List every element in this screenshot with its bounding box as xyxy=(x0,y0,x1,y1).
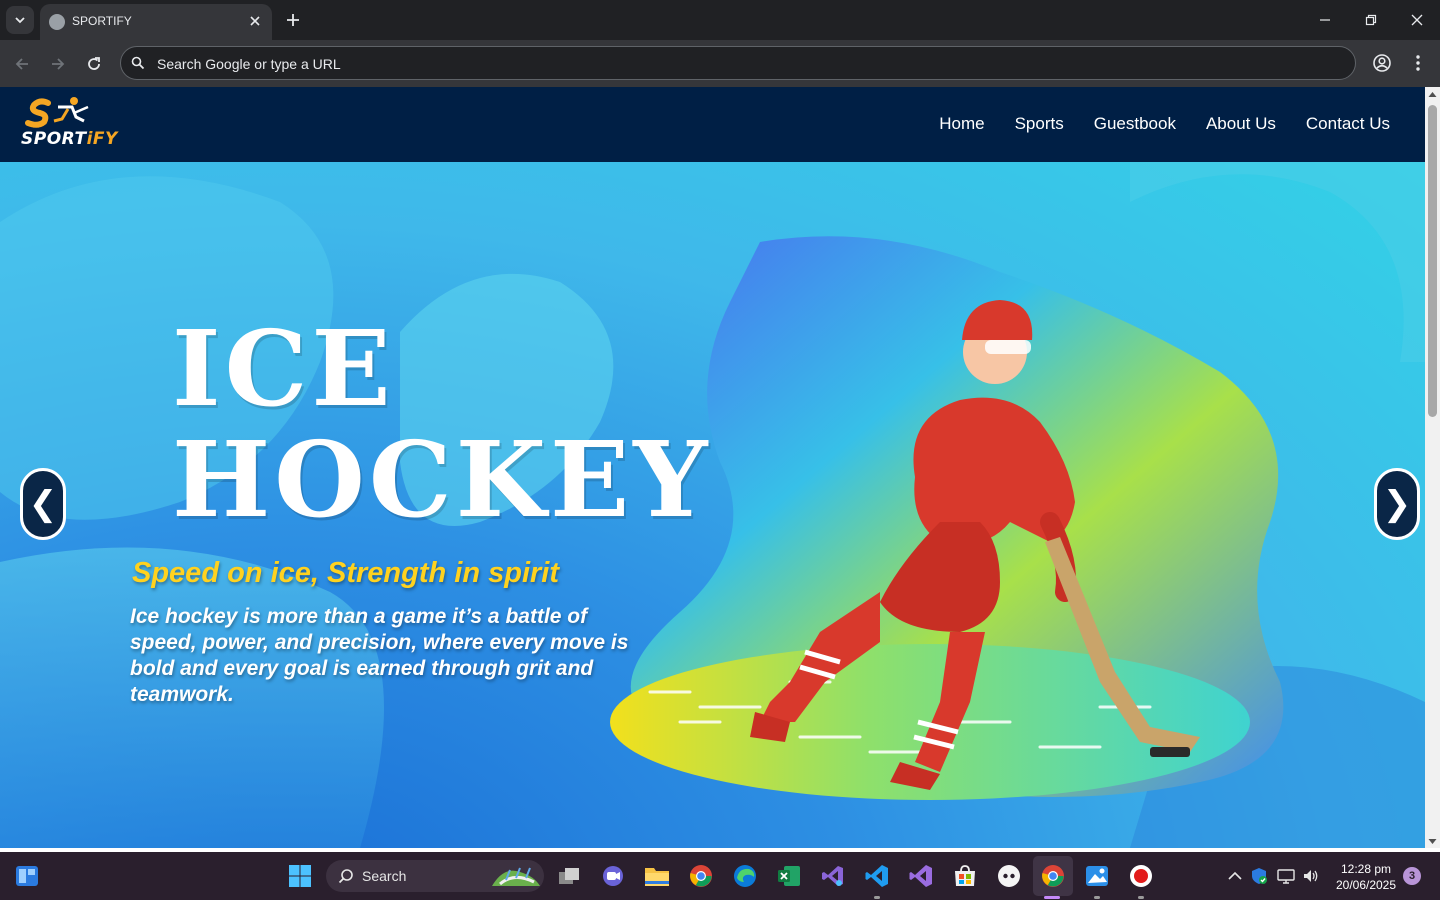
carousel-next-button[interactable]: ❯ xyxy=(1374,468,1420,540)
edge-icon[interactable] xyxy=(731,862,759,890)
hero-tagline: Speed on ice, Strength in spirit xyxy=(132,557,559,589)
scroll-down-arrow-icon[interactable] xyxy=(1428,837,1437,846)
hero-title-line-2: HOCKEY xyxy=(172,418,712,541)
visual-studio-preview-icon[interactable] xyxy=(819,862,847,890)
reload-icon xyxy=(88,57,100,70)
tab-search-button[interactable] xyxy=(6,6,34,34)
nav-link-sports[interactable]: Sports xyxy=(1015,114,1064,134)
close-icon xyxy=(1411,14,1423,26)
chrome-icon[interactable] xyxy=(687,862,715,890)
close-icon xyxy=(250,16,260,26)
tray-overflow-chevron-icon[interactable] xyxy=(1226,867,1244,885)
arrow-right-icon xyxy=(52,58,65,70)
browser-tab-active[interactable]: SPORTIFY xyxy=(40,4,272,40)
nav-links: Home Sports Guestbook About Us Contact U… xyxy=(939,114,1390,134)
search-icon xyxy=(338,869,353,884)
hero-title-line-1: ICE xyxy=(172,307,395,430)
page-viewport: SPORTiFY Home Sports Guestbook About Us … xyxy=(0,87,1425,848)
search-icon xyxy=(131,56,145,70)
photos-running-indicator xyxy=(1094,896,1100,899)
volume-icon[interactable] xyxy=(1302,867,1320,885)
page-scrollbar[interactable] xyxy=(1425,87,1440,848)
widgets-icon[interactable] xyxy=(14,863,40,889)
vscode-running-indicator xyxy=(874,896,880,899)
security-shield-icon[interactable] xyxy=(1250,867,1268,885)
more-vertical-icon xyxy=(1416,55,1420,71)
address-bar[interactable]: Search Google or type a URL xyxy=(120,46,1356,80)
scrollbar-thumb[interactable] xyxy=(1428,105,1437,417)
photos-icon[interactable] xyxy=(1083,862,1111,890)
account-icon xyxy=(1373,54,1391,72)
taskbar-search-box[interactable]: Search xyxy=(326,860,544,892)
screen-recorder-icon[interactable] xyxy=(1127,862,1155,890)
notification-badge[interactable]: 3 xyxy=(1403,867,1421,885)
site-navbar: SPORTiFY Home Sports Guestbook About Us … xyxy=(0,87,1425,162)
carousel-prev-button[interactable]: ❮ xyxy=(20,468,66,540)
visual-studio-icon[interactable] xyxy=(907,862,935,890)
arrow-left-icon xyxy=(15,58,28,70)
nav-link-home[interactable]: Home xyxy=(939,114,984,134)
excel-icon[interactable] xyxy=(775,862,803,890)
chevron-left-icon: ❮ xyxy=(28,484,58,524)
address-bar-placeholder: Search Google or type a URL xyxy=(157,56,341,72)
minimize-icon xyxy=(1320,19,1330,21)
chevron-right-icon: ❯ xyxy=(1382,484,1412,524)
forward-button[interactable] xyxy=(44,50,72,78)
recorder-running-indicator xyxy=(1138,896,1144,899)
scroll-up-arrow-icon[interactable] xyxy=(1428,90,1437,99)
search-highlight-image-icon xyxy=(492,867,540,886)
clock-time: 12:28 pm xyxy=(1340,862,1392,876)
windows-start-icon[interactable] xyxy=(288,864,312,888)
restore-button[interactable] xyxy=(1348,0,1394,40)
nav-link-about-us[interactable]: About Us xyxy=(1206,114,1276,134)
clock-date: 20/06/2025 xyxy=(1335,878,1397,892)
profile-button[interactable] xyxy=(1370,51,1394,75)
restore-icon xyxy=(1365,14,1377,26)
browser-tabstrip: SPORTIFY xyxy=(0,0,1440,40)
tab-close-button[interactable] xyxy=(246,12,264,30)
logo-wordmark-accent: iFY xyxy=(86,129,118,149)
hero-description: Ice hockey is more than a game it’s a ba… xyxy=(130,605,629,706)
sportify-logo[interactable]: SPORTiFY xyxy=(18,95,117,153)
nav-link-guestbook[interactable]: Guestbook xyxy=(1094,114,1176,134)
minimize-button[interactable] xyxy=(1302,0,1348,40)
network-icon[interactable] xyxy=(1277,867,1295,885)
globe-icon xyxy=(49,14,65,30)
windows-taskbar: Search 12:28 pm 20/06/2025 3 xyxy=(0,852,1440,900)
vscode-icon[interactable] xyxy=(863,862,891,890)
hero-carousel-slide: ICE HOCKEY Speed on ice, Strength in spi… xyxy=(0,162,1425,848)
back-button[interactable] xyxy=(8,50,36,78)
teams-chat-icon[interactable] xyxy=(599,862,627,890)
logo-wordmark: SPORTiFY xyxy=(21,129,118,149)
file-explorer-icon[interactable] xyxy=(643,862,671,890)
microsoft-store-icon[interactable] xyxy=(951,862,979,890)
browser-toolbar: Search Google or type a URL xyxy=(0,40,1440,87)
plus-icon xyxy=(287,14,299,26)
browser-menu-button[interactable] xyxy=(1406,51,1430,75)
task-view-icon[interactable] xyxy=(555,862,583,890)
chevron-down-icon xyxy=(15,17,25,24)
new-tab-button[interactable] xyxy=(282,9,304,31)
logo-wordmark-main: SPORT xyxy=(21,129,87,149)
chrome-active-icon[interactable] xyxy=(1039,862,1067,890)
reload-button[interactable] xyxy=(80,50,108,78)
nav-link-contact-us[interactable]: Contact Us xyxy=(1306,114,1390,134)
taskbar-clock[interactable]: 12:28 pm 20/06/2025 xyxy=(1330,861,1402,893)
copilot-app-icon[interactable] xyxy=(995,862,1023,890)
close-window-button[interactable] xyxy=(1394,0,1440,40)
chrome-active-indicator xyxy=(1044,896,1060,899)
taskbar-search-label: Search xyxy=(362,868,407,884)
tab-title: SPORTIFY xyxy=(72,14,132,28)
